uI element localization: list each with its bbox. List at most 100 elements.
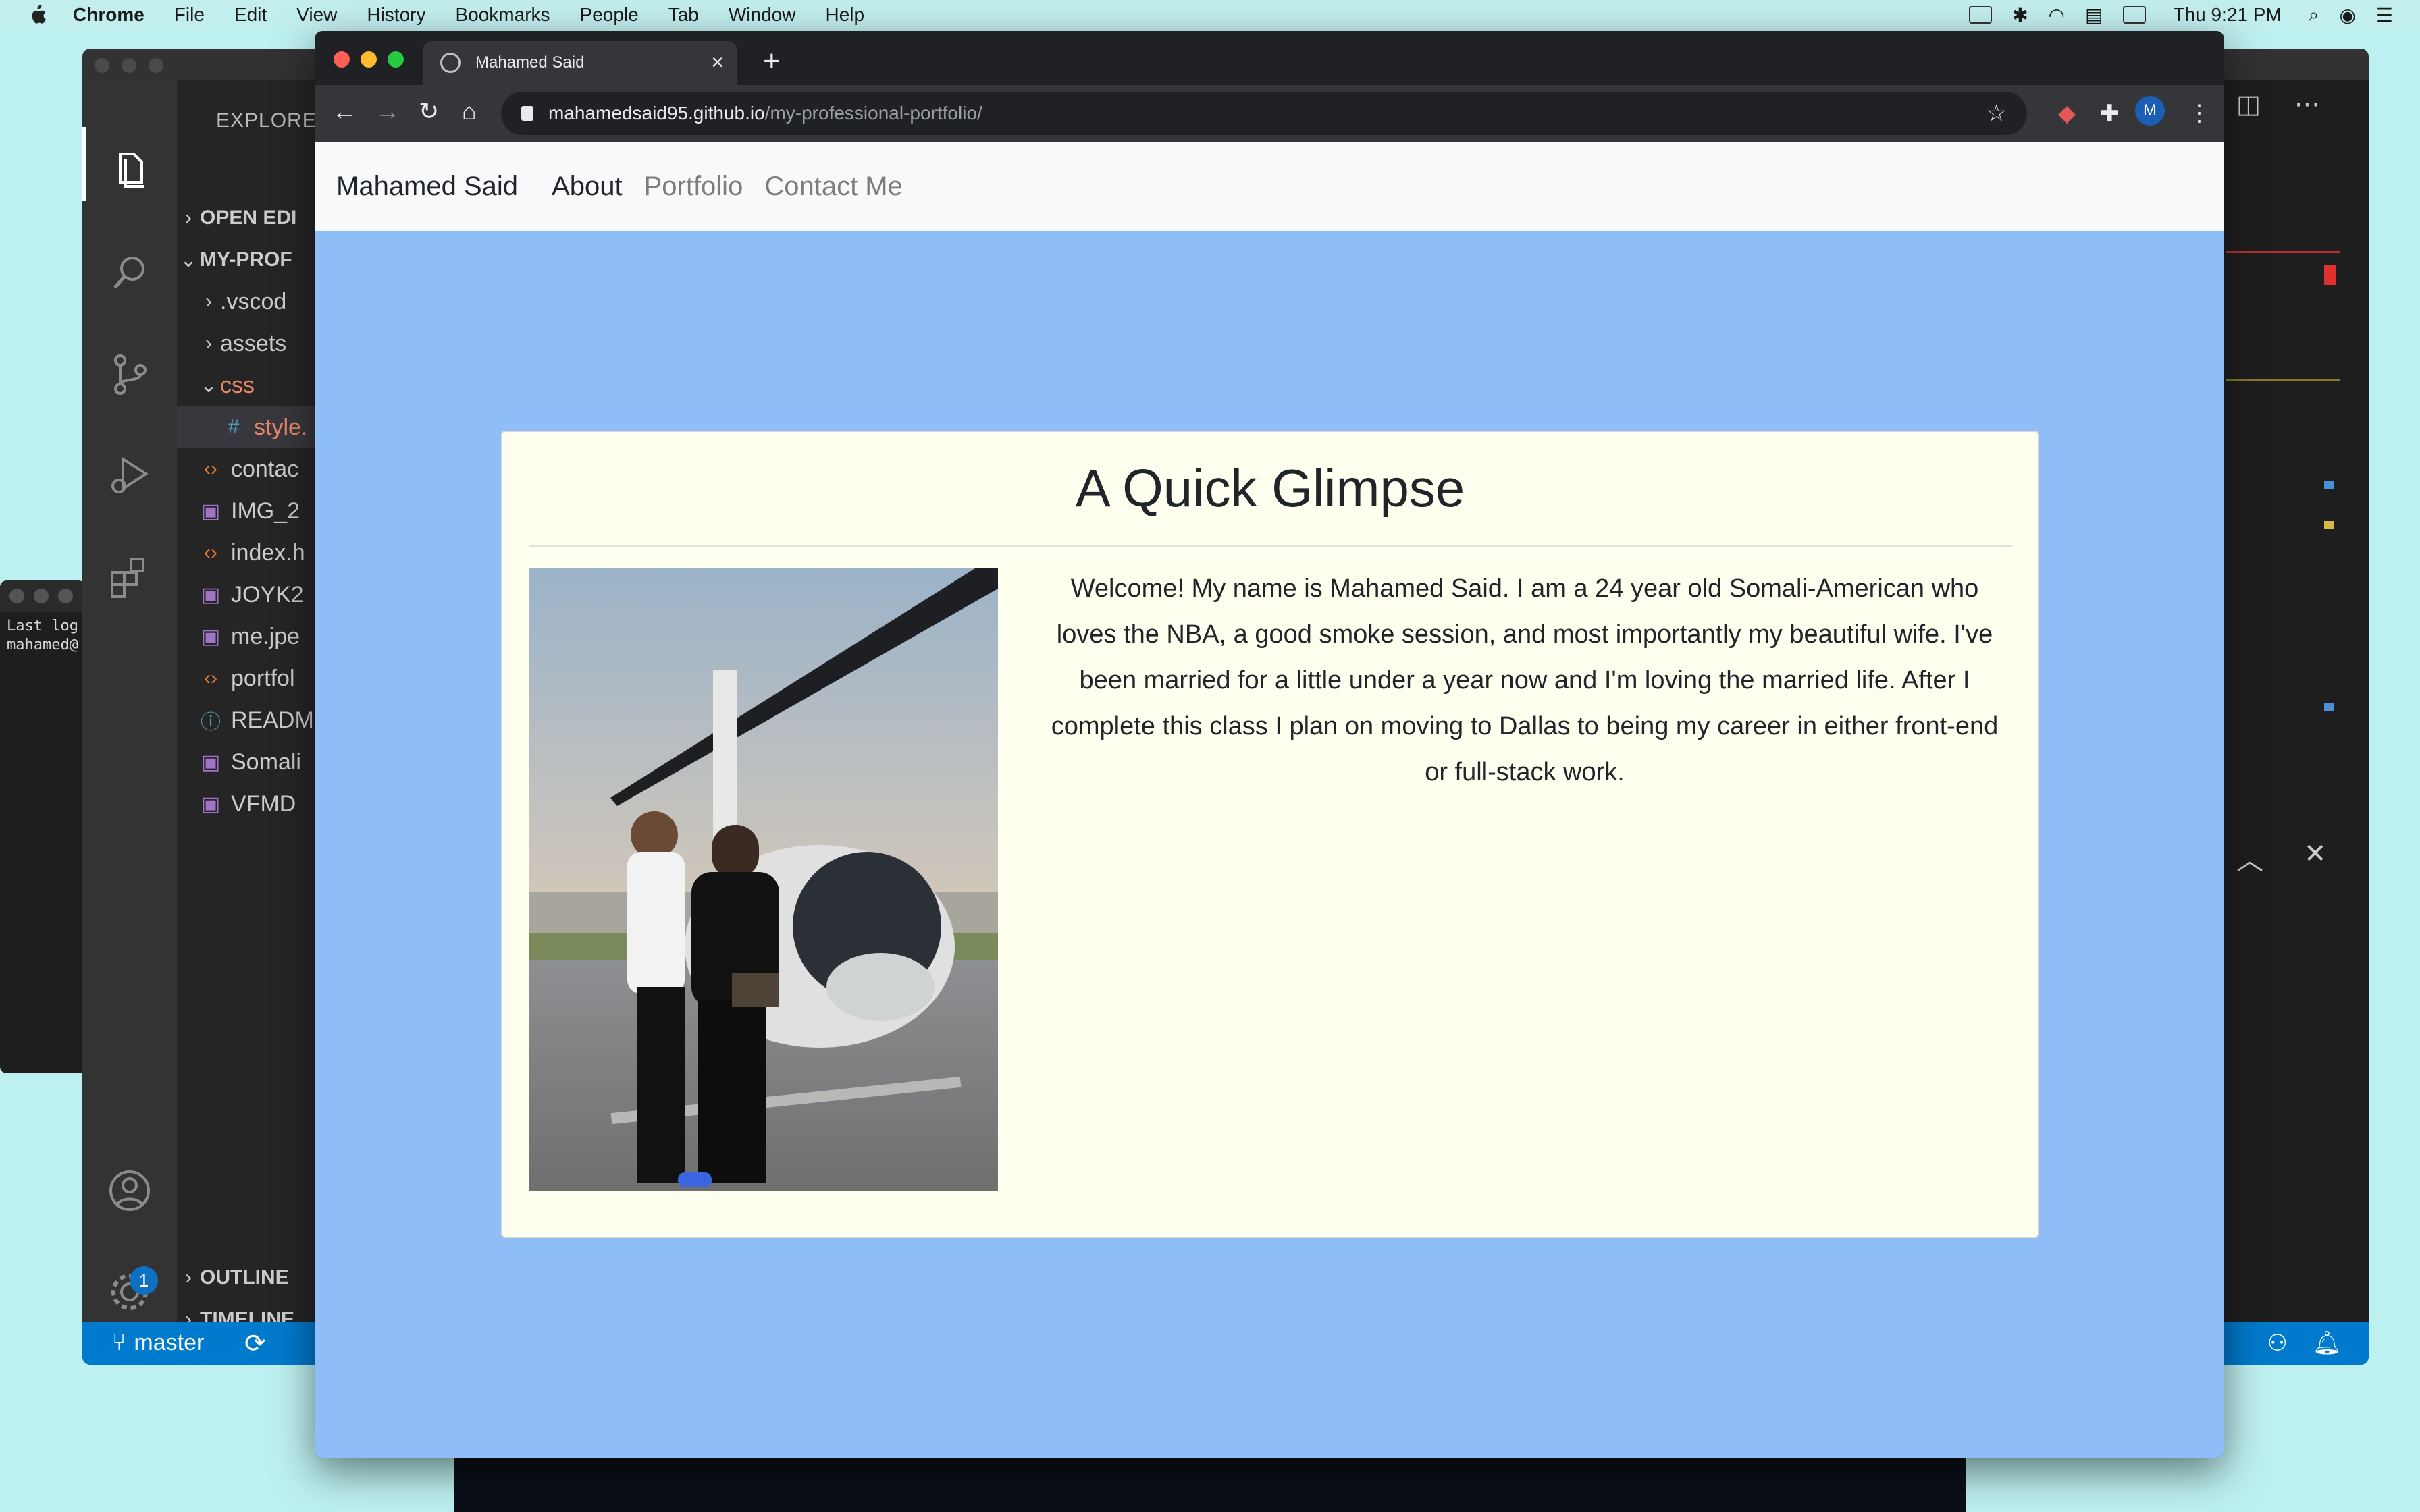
back-arrow-icon[interactable]: ← (332, 97, 357, 126)
tree-item-contact-html[interactable]: ‹› contac (197, 448, 298, 490)
live-share-icon[interactable]: ⚇ (2267, 1330, 2288, 1357)
chrome-tab-strip: Mahamed Said × + (315, 31, 2224, 85)
extensions-puzzle-icon[interactable]: ✚ (2100, 100, 2120, 127)
minimize-window-button[interactable] (361, 51, 377, 68)
tree-item-somali-image[interactable]: ▣ Somali (197, 741, 301, 783)
about-card: A Quick Glimpse Welcome! My name is Maha… (501, 431, 2039, 1238)
desktop-background-window (454, 1451, 1966, 1512)
menu-tab[interactable]: Tab (668, 4, 699, 26)
more-actions-icon[interactable]: ⋯ (2294, 89, 2320, 119)
project-root-section[interactable]: ⌄ MY-PROF (177, 239, 292, 281)
tree-item-assets-folder[interactable]: › assets (197, 323, 286, 364)
extensions-icon[interactable] (105, 552, 154, 601)
menu-view[interactable]: View (296, 4, 337, 26)
image-file-icon: ▣ (201, 751, 221, 774)
menu-people[interactable]: People (580, 4, 639, 26)
forward-arrow-icon[interactable]: → (375, 97, 400, 126)
settings-update-badge: 1 (130, 1266, 158, 1295)
menu-bookmarks[interactable]: Bookmarks (455, 4, 550, 26)
outline-section[interactable]: › OUTLINE (177, 1257, 289, 1299)
nav-link-contact[interactable]: Contact Me (764, 171, 903, 202)
site-brand-link[interactable]: Mahamed Said (336, 171, 518, 202)
browser-tab-active[interactable]: Mahamed Said × (423, 40, 737, 85)
about-bio-text: Welcome! My name is Mahamed Said. I am a… (1051, 574, 1999, 786)
menu-edit[interactable]: Edit (234, 4, 267, 26)
maximize-panel-icon[interactable]: ︿ (2236, 838, 2263, 878)
status-menus: ✱ ◠ ▤ Thu 9:21 PM ⌕ ◉ ☰ (1949, 0, 2393, 30)
tree-item-label: IMG_2 (231, 497, 300, 524)
profile-photo (529, 568, 998, 1191)
nav-link-portfolio[interactable]: Portfolio (644, 171, 743, 202)
info-icon: ⓘ (201, 711, 221, 734)
tree-item-css-folder[interactable]: ⌄ css (197, 364, 255, 406)
new-tab-button[interactable]: + (763, 45, 781, 78)
address-bar[interactable]: mahamedsaid95.github.io/my-professional-… (501, 92, 2027, 135)
menu-file[interactable]: File (174, 4, 205, 26)
tree-item-vscode-folder[interactable]: › .vscod (197, 281, 286, 323)
notifications-bell-icon[interactable]: 🔔︎ (2313, 1330, 2342, 1357)
close-window-button[interactable] (334, 51, 350, 68)
tree-item-me-jpeg[interactable]: ▣ me.jpe (197, 616, 300, 657)
spotlight-search-icon[interactable]: ⌕ (2309, 4, 2319, 26)
source-control-icon[interactable] (105, 350, 154, 398)
tree-item-label: style. (254, 414, 308, 440)
close-panel-icon[interactable]: ✕ (2304, 838, 2327, 878)
tree-item-joyk-image[interactable]: ▣ JOYK2 (197, 574, 304, 616)
git-branch-indicator[interactable]: ⑂ master (112, 1330, 204, 1356)
split-editor-icon[interactable]: ◫ (2236, 89, 2261, 119)
sync-changes-icon[interactable]: ⟳ (244, 1328, 266, 1359)
reload-icon[interactable]: ↻ (419, 97, 439, 126)
tree-item-label: contac (231, 456, 299, 482)
menu-clock[interactable]: Thu 9:21 PM (2173, 4, 2281, 26)
siri-icon[interactable]: ◉ (2339, 4, 2355, 26)
tree-item-label: JOYK2 (231, 581, 304, 608)
site-navbar: Mahamed Said About Portfolio Contact Me (315, 142, 2224, 231)
macos-menu-bar: Chrome File Edit View History Bookmarks … (0, 0, 2420, 30)
chrome-menu-icon[interactable]: ⋮ (2188, 100, 2211, 127)
zoom-window-button[interactable] (388, 51, 404, 68)
airplay-icon[interactable] (1969, 6, 1993, 24)
tree-item-vfmd-image[interactable]: ▣ VFMD (197, 783, 296, 825)
tree-item-label: Somali (231, 749, 301, 775)
terminal-window[interactable]: Last log mahamed@ (0, 580, 85, 1073)
apple-logo-icon[interactable] (27, 4, 47, 26)
card-title: A Quick Glimpse (1075, 458, 1465, 518)
lock-icon (521, 106, 533, 121)
tree-item-readme[interactable]: ⓘ READM (197, 699, 314, 741)
battery-icon[interactable] (2123, 6, 2147, 24)
wifi-icon[interactable]: ◠ (2049, 4, 2065, 26)
explorer-files-icon[interactable] (105, 144, 154, 193)
chrome-window[interactable]: Mahamed Said × + ← → ↻ ⌂ mahamedsaid95.g… (315, 31, 2224, 1458)
bluetooth-icon[interactable]: ✱ (2012, 4, 2028, 26)
html-file-icon: ‹› (204, 667, 217, 689)
bookmark-star-icon[interactable]: ☆ (1987, 100, 2007, 127)
menu-help[interactable]: Help (825, 4, 864, 26)
search-icon[interactable] (105, 248, 154, 297)
tree-item-portfolio-html[interactable]: ‹› portfol (197, 657, 295, 699)
editor-actions: ◫ ⋯ (2236, 89, 2320, 119)
tree-item-label: VFMD (231, 790, 296, 817)
nav-link-about[interactable]: About (552, 171, 623, 202)
profile-avatar[interactable]: M (2135, 96, 2165, 126)
extension-record-icon[interactable]: ◆ (2058, 100, 2076, 127)
home-icon[interactable]: ⌂ (462, 97, 477, 126)
tree-item-label: index.h (231, 539, 305, 566)
accounts-icon[interactable] (105, 1166, 154, 1215)
open-editors-section[interactable]: › OPEN EDI (177, 197, 296, 239)
close-tab-icon[interactable]: × (711, 50, 724, 75)
run-debug-icon[interactable] (105, 451, 154, 500)
input-source-flag-icon[interactable]: ▤ (2085, 4, 2103, 26)
tree-item-img-file[interactable]: ▣ IMG_2 (197, 490, 300, 532)
menu-app-chrome[interactable]: Chrome (73, 4, 144, 26)
menu-window[interactable]: Window (729, 4, 796, 26)
tree-item-index-html[interactable]: ‹› index.h (197, 532, 305, 574)
git-branch-icon: ⑂ (112, 1330, 126, 1355)
menu-items: Chrome File Edit View History Bookmarks … (73, 4, 894, 26)
terminal-titlebar (0, 580, 85, 612)
image-file-icon: ▣ (201, 500, 221, 522)
image-file-icon: ▣ (201, 792, 221, 815)
menu-history[interactable]: History (367, 4, 425, 26)
notification-center-icon[interactable]: ☰ (2376, 4, 2393, 26)
globe-icon (440, 53, 461, 73)
tree-item-label: portfol (231, 665, 295, 691)
